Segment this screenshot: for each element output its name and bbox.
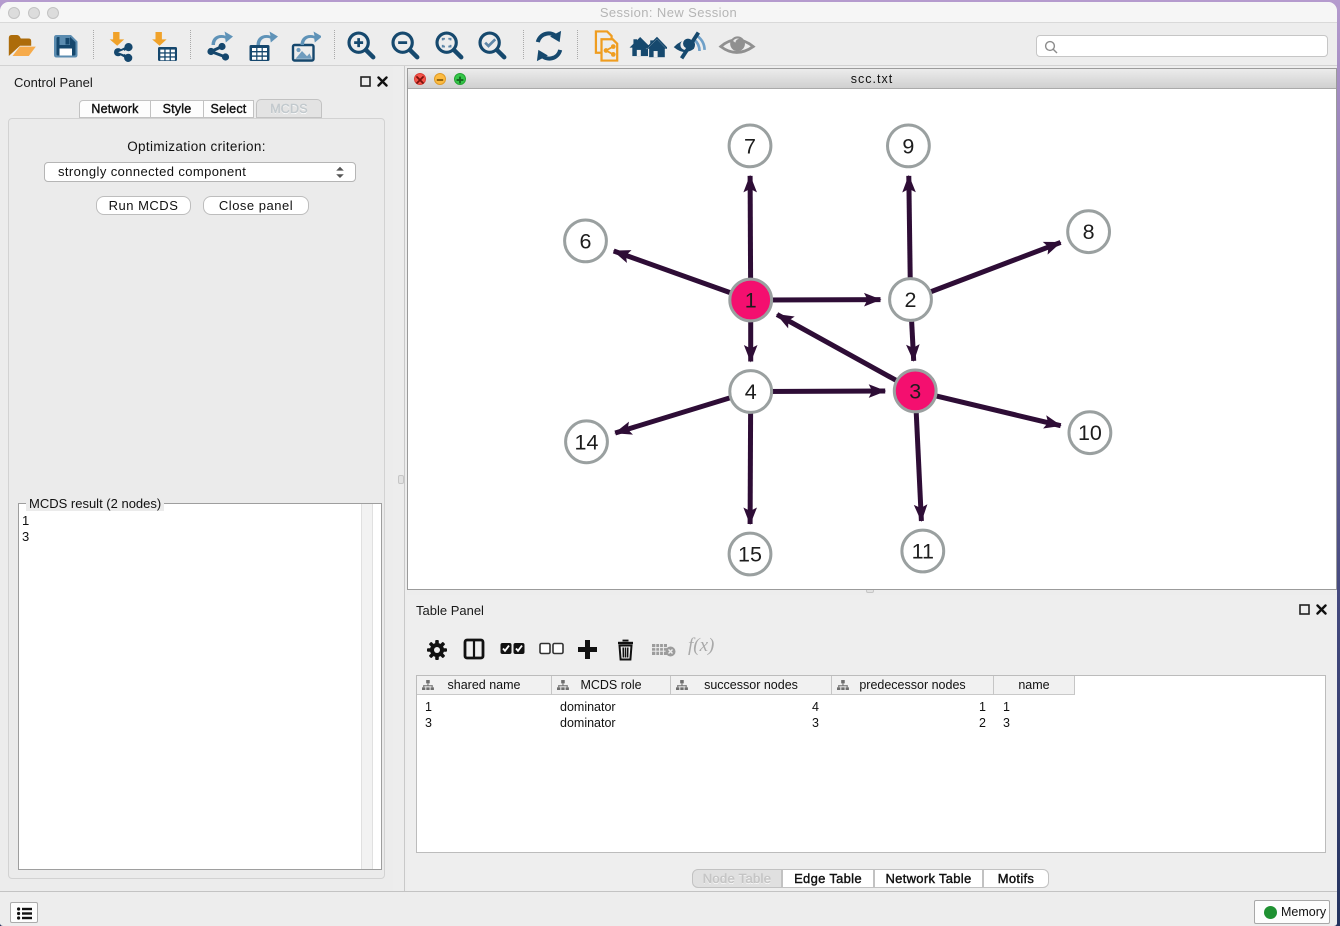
svg-text:11: 11 bbox=[912, 540, 934, 564]
svg-text:15: 15 bbox=[738, 543, 762, 567]
svg-text:2: 2 bbox=[905, 288, 917, 312]
svg-text:1: 1 bbox=[745, 289, 757, 313]
svg-text:10: 10 bbox=[1078, 421, 1102, 445]
svg-text:4: 4 bbox=[745, 380, 757, 404]
svg-text:6: 6 bbox=[580, 229, 592, 253]
svg-text:3: 3 bbox=[909, 379, 921, 403]
svg-text:14: 14 bbox=[575, 430, 599, 454]
svg-text:9: 9 bbox=[902, 134, 914, 158]
svg-text:7: 7 bbox=[744, 134, 756, 158]
svg-text:8: 8 bbox=[1083, 220, 1095, 244]
